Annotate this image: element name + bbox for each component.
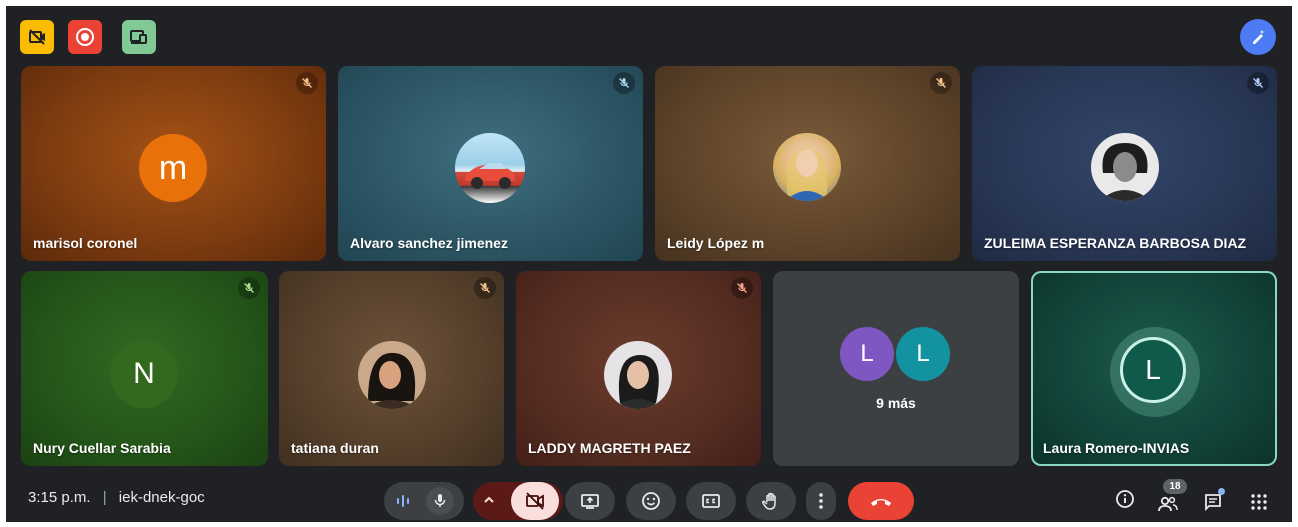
separator: |: [102, 489, 107, 506]
profile-photo: [358, 341, 426, 409]
participant-tile[interactable]: m marisol coronel: [21, 66, 326, 261]
edit-layout-button[interactable]: [1240, 19, 1276, 55]
chat-button[interactable]: [1196, 482, 1230, 516]
profile-photo: [773, 133, 841, 201]
captions-button[interactable]: [686, 482, 736, 520]
pen-sparkle-icon: [1253, 30, 1264, 44]
participant-name: Leidy López m: [667, 235, 765, 251]
meeting-stage: m marisol coronel Alvaro sanchez jimenez…: [6, 6, 1292, 522]
mic-control-group: [384, 482, 464, 520]
mic-off-icon: [296, 72, 318, 94]
profile-photo: [604, 341, 672, 409]
no-video-indicator-button[interactable]: [20, 20, 54, 54]
raise-hand-button[interactable]: [746, 482, 796, 520]
hang-up-icon: [871, 499, 891, 506]
video-off-icon: [29, 29, 45, 45]
mic-off-icon: [474, 277, 496, 299]
meeting-details-button[interactable]: [1108, 482, 1142, 516]
participant-tile[interactable]: LADDY MAGRETH PAEZ: [516, 271, 761, 466]
avatar: L: [1120, 337, 1186, 403]
avatar: L: [896, 327, 950, 381]
current-time: 3:15 p.m.: [28, 489, 91, 506]
profile-photo: [455, 133, 525, 203]
camera-options-button[interactable]: [481, 492, 497, 513]
emoji-icon: [642, 492, 660, 510]
more-count-label: 9 más: [876, 395, 916, 411]
avatar: m: [139, 134, 207, 202]
profile-photo: [1091, 133, 1159, 201]
leave-call-button[interactable]: [848, 482, 914, 520]
audio-levels-icon: [394, 492, 412, 515]
avatar: L: [840, 327, 894, 381]
info-icon: [1116, 490, 1134, 508]
camera-toggle-button[interactable]: [511, 482, 559, 520]
mic-off-icon: [1247, 72, 1269, 94]
mic-off-icon: [930, 72, 952, 94]
microphone-button[interactable]: [426, 487, 454, 515]
participant-name: marisol coronel: [33, 235, 138, 251]
participant-name: Alvaro sanchez jimenez: [350, 235, 508, 251]
mic-off-icon: [238, 277, 260, 299]
participant-tile[interactable]: Alvaro sanchez jimenez: [338, 66, 643, 261]
meeting-info: 3:15 p.m. | iek-dnek-goc: [28, 489, 205, 506]
participant-tile[interactable]: tatiana duran: [279, 271, 504, 466]
participant-tile[interactable]: Leidy López m: [655, 66, 960, 261]
chat-icon: [1205, 494, 1221, 512]
participant-tile[interactable]: ZULEIMA ESPERANZA BARBOSA DIAZ: [972, 66, 1277, 261]
mic-off-icon: [613, 72, 635, 94]
more-participants-tile[interactable]: L L 9 más: [773, 271, 1019, 466]
present-screen-button[interactable]: [565, 482, 615, 520]
devices-icon: [130, 30, 147, 44]
microphone-icon: [434, 494, 446, 507]
raise-hand-icon: [762, 492, 776, 510]
more-vertical-icon: [819, 493, 823, 509]
avatar: N: [110, 340, 178, 408]
participant-name: LADDY MAGRETH PAEZ: [528, 440, 691, 456]
people-button[interactable]: 18: [1151, 479, 1187, 516]
participant-tile[interactable]: N Nury Cuellar Sarabia: [21, 271, 268, 466]
participant-name: Laura Romero-INVIAS: [1043, 440, 1190, 456]
activities-button[interactable]: [1242, 482, 1276, 516]
companion-devices-button[interactable]: [122, 20, 156, 54]
record-icon: [76, 28, 94, 46]
people-icon: [1158, 496, 1178, 512]
participants-count-badge: 18: [1163, 479, 1187, 494]
apps-grid-icon: [1251, 494, 1267, 510]
participant-tile-active-speaker[interactable]: L Laura Romero-INVIAS: [1031, 271, 1277, 466]
mic-off-icon: [731, 277, 753, 299]
camera-off-icon: [526, 492, 544, 510]
participant-name: ZULEIMA ESPERANZA BARBOSA DIAZ: [984, 235, 1247, 251]
closed-captions-icon: [702, 494, 720, 508]
participant-name: tatiana duran: [291, 440, 379, 456]
camera-control-group: [473, 482, 563, 520]
more-options-button[interactable]: [806, 482, 836, 520]
participant-name: Nury Cuellar Sarabia: [33, 440, 171, 456]
meeting-code: iek-dnek-goc: [118, 489, 205, 506]
reactions-button[interactable]: [626, 482, 676, 520]
bottom-bar: 3:15 p.m. | iek-dnek-goc 18: [6, 476, 1292, 522]
chevron-up-icon: [484, 496, 494, 503]
recording-indicator-button[interactable]: [68, 20, 102, 54]
unread-dot: [1218, 488, 1225, 495]
present-screen-icon: [581, 494, 599, 509]
